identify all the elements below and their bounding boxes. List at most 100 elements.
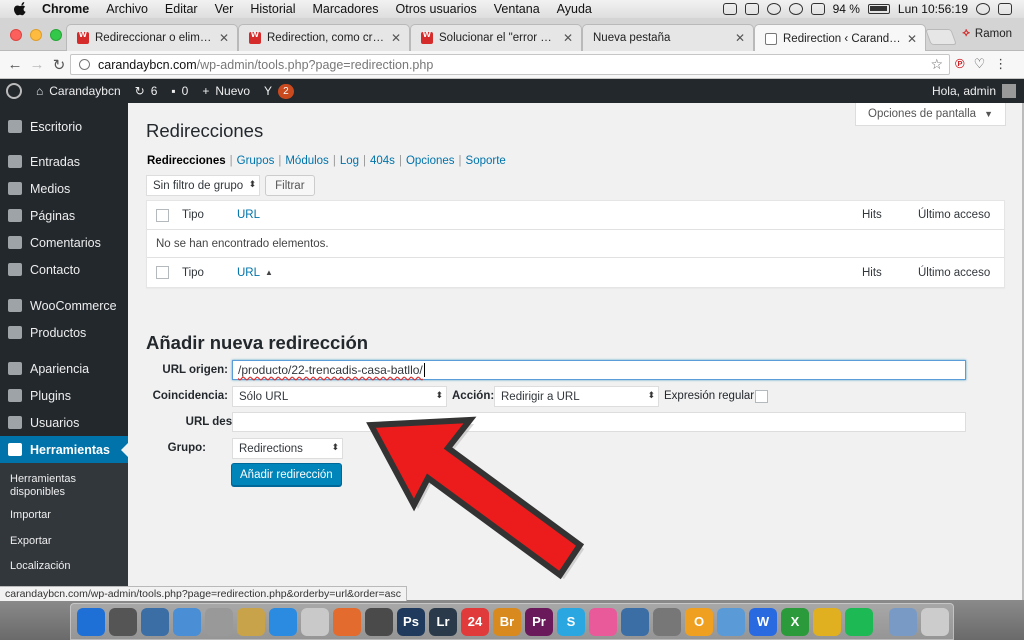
heart-icon[interactable]: ♡ xyxy=(974,56,986,72)
dock-app-icon[interactable] xyxy=(845,607,873,636)
menu-marcadores[interactable]: Marcadores xyxy=(313,2,379,16)
sidebar-item-entradas[interactable]: Entradas xyxy=(0,148,128,175)
wordpress-logo-icon[interactable] xyxy=(6,83,22,99)
screen-options-button[interactable]: Opciones de pantalla ▼ xyxy=(855,103,1006,126)
clock[interactable]: Lun 10:56:19 xyxy=(898,2,968,16)
column-url-sort-footer[interactable]: URL ▲ xyxy=(237,267,273,279)
close-window-button[interactable] xyxy=(10,29,22,41)
match-select[interactable]: Sólo URL xyxy=(232,386,447,407)
dock-app-icon[interactable] xyxy=(889,607,917,636)
subnav-log[interactable]: Log xyxy=(340,155,359,167)
browser-tab-2[interactable]: Redirection, como crear redi ✕ xyxy=(238,24,410,51)
new-content-link[interactable]: + Nuevo xyxy=(202,84,250,98)
dock-app-icon[interactable] xyxy=(653,607,681,636)
dock-app-icon[interactable]: 24 xyxy=(461,607,489,636)
sidebar-item-escritorio[interactable]: Escritorio xyxy=(0,113,128,140)
menu-historial[interactable]: Historial xyxy=(250,2,295,16)
group-select[interactable]: Redirections xyxy=(232,438,343,459)
updates-link[interactable]: ↻ 6 xyxy=(135,84,158,98)
action-select[interactable]: Redirigir a URL xyxy=(494,386,659,407)
dock-app-icon[interactable]: Ps xyxy=(397,607,425,636)
menu-ventana[interactable]: Ventana xyxy=(494,2,540,16)
menu-app-name[interactable]: Chrome xyxy=(42,2,89,16)
menu-otros-usuarios[interactable]: Otros usuarios xyxy=(396,2,477,16)
address-bar[interactable]: carandaybcn.com/wp-admin/tools.php?page=… xyxy=(70,54,950,75)
dock-app-icon[interactable]: Br xyxy=(493,607,521,636)
menu-ayuda[interactable]: Ayuda xyxy=(557,2,592,16)
back-arrow-icon[interactable]: ← xyxy=(4,56,26,73)
select-all-checkbox[interactable] xyxy=(156,208,169,222)
sidebar-item-woocommerce[interactable]: WooCommerce xyxy=(0,292,128,319)
dock-app-icon[interactable] xyxy=(717,607,745,636)
menu-ver[interactable]: Ver xyxy=(215,2,234,16)
yoast-link[interactable]: Y 2 xyxy=(264,83,294,99)
dock-app-icon[interactable] xyxy=(173,607,201,636)
close-tab-icon[interactable]: ✕ xyxy=(563,31,573,45)
subnav-opciones[interactable]: Opciones xyxy=(406,155,455,167)
apple-icon[interactable] xyxy=(14,2,28,16)
dock-app-icon[interactable] xyxy=(621,607,649,636)
site-name-link[interactable]: ⌂ Carandaybcn xyxy=(36,84,121,98)
subnav-modulos[interactable]: Módulos xyxy=(285,155,328,167)
filter-button[interactable]: Filtrar xyxy=(265,175,315,196)
sidebar-item-contacto[interactable]: Contacto xyxy=(0,256,128,283)
dock-app-icon[interactable] xyxy=(205,607,233,636)
add-redirection-button[interactable]: Añadir redirección xyxy=(231,463,342,486)
dock-app-icon[interactable]: S xyxy=(557,607,585,636)
subnav-grupos[interactable]: Grupos xyxy=(237,155,275,167)
new-tab-button[interactable] xyxy=(925,29,957,45)
dock-app-icon[interactable] xyxy=(109,607,137,636)
sidebar-item-medios[interactable]: Medios xyxy=(0,175,128,202)
dock-app-icon[interactable] xyxy=(921,607,949,636)
dock-app-icon[interactable] xyxy=(141,607,169,636)
tray-app-icon[interactable] xyxy=(744,3,759,15)
select-all-checkbox-footer[interactable] xyxy=(156,266,169,279)
profile-button[interactable]: ⟡ Ramon xyxy=(962,27,1012,40)
column-url-sort[interactable]: URL xyxy=(237,209,260,221)
subnav-404s[interactable]: 404s xyxy=(370,155,395,167)
sidebar-item-paginas[interactable]: Páginas xyxy=(0,202,128,229)
submenu-exportar[interactable]: Exportar xyxy=(0,527,128,552)
submenu-importar[interactable]: Importar xyxy=(0,503,128,526)
minimize-window-button[interactable] xyxy=(30,29,42,41)
page-info-icon[interactable] xyxy=(79,59,90,70)
dock-app-icon[interactable]: W xyxy=(749,607,777,636)
dock-app-icon[interactable]: X xyxy=(781,607,809,636)
regex-checkbox[interactable] xyxy=(755,390,768,403)
chrome-menu-icon[interactable]: ⋮ xyxy=(994,56,1007,72)
submenu-localizacion[interactable]: Localización xyxy=(0,552,128,577)
subnav-soporte[interactable]: Soporte xyxy=(466,155,506,167)
dock-app-icon[interactable]: O xyxy=(685,607,713,636)
dock-app-icon[interactable] xyxy=(237,607,265,636)
dock-app-icon[interactable] xyxy=(77,607,105,636)
wifi-icon[interactable] xyxy=(788,3,803,15)
close-tab-icon[interactable]: ✕ xyxy=(735,31,745,45)
sidebar-item-comentarios[interactable]: Comentarios xyxy=(0,229,128,256)
close-tab-icon[interactable]: ✕ xyxy=(391,31,401,45)
dock-app-icon[interactable] xyxy=(813,607,841,636)
my-account-link[interactable]: Hola, admin xyxy=(932,84,1016,98)
sidebar-item-productos[interactable]: Productos xyxy=(0,319,128,346)
forward-arrow-icon[interactable]: → xyxy=(26,56,48,73)
time-machine-icon[interactable] xyxy=(766,3,781,15)
dock-app-icon[interactable] xyxy=(301,607,329,636)
target-url-input[interactable] xyxy=(232,412,966,432)
subnav-redirecciones[interactable]: Redirecciones xyxy=(147,155,226,167)
browser-tab-4[interactable]: Nueva pestaña ✕ xyxy=(582,24,754,51)
battery-icon[interactable] xyxy=(867,4,890,14)
bookmark-star-icon[interactable]: ☆ xyxy=(930,56,943,73)
group-filter-select[interactable]: Sin filtro de grupo xyxy=(146,175,261,196)
dock-app-icon[interactable] xyxy=(269,607,297,636)
notification-center-icon[interactable] xyxy=(998,3,1012,15)
spotlight-icon[interactable] xyxy=(976,3,990,15)
menu-editar[interactable]: Editar xyxy=(165,2,198,16)
dock-app-icon[interactable]: Pr xyxy=(525,607,553,636)
zoom-window-button[interactable] xyxy=(50,29,62,41)
close-tab-icon[interactable]: ✕ xyxy=(907,32,917,46)
dock-app-icon[interactable] xyxy=(333,607,361,636)
sidebar-item-usuarios[interactable]: Usuarios xyxy=(0,409,128,436)
source-url-input[interactable]: /producto/22-trencadis-casa-batllo/ xyxy=(232,360,966,380)
sidebar-item-plugins[interactable]: Plugins xyxy=(0,382,128,409)
submenu-herramientas-disponibles[interactable]: Herramientas disponibles xyxy=(0,469,128,503)
dock-app-icon[interactable]: Lr xyxy=(429,607,457,636)
